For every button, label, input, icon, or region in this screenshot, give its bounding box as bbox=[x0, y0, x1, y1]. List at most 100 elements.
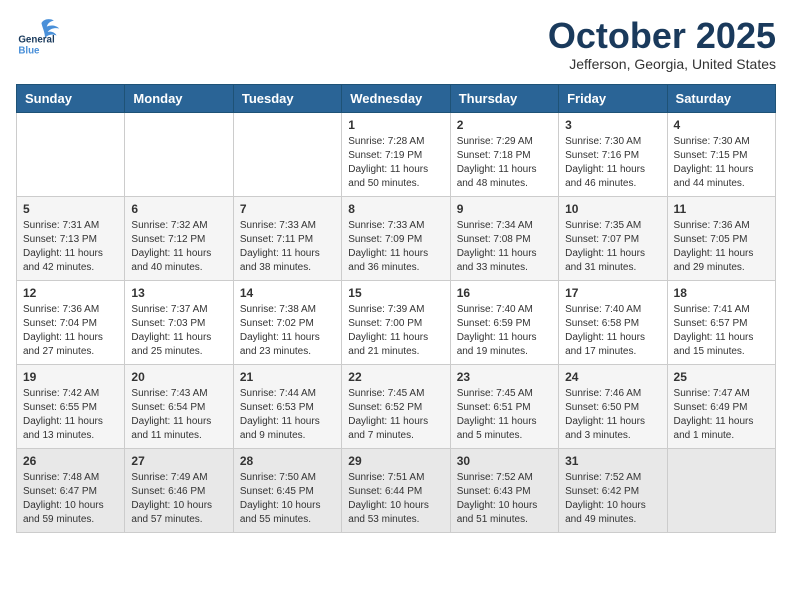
calendar-cell: 4Sunrise: 7:30 AMSunset: 7:15 PMDaylight… bbox=[667, 112, 775, 196]
day-info: Sunrise: 7:48 AMSunset: 6:47 PMDaylight:… bbox=[23, 471, 118, 527]
day-number: 29 bbox=[348, 454, 443, 468]
calendar-week-row: 19Sunrise: 7:42 AMSunset: 6:55 PMDayligh… bbox=[17, 364, 776, 448]
day-info: Sunrise: 7:40 AMSunset: 6:58 PMDaylight:… bbox=[565, 303, 660, 359]
day-number: 31 bbox=[565, 454, 660, 468]
day-number: 30 bbox=[457, 454, 552, 468]
calendar-cell: 13 Sunrise: 7:37 AMSunset: 7:03 PMDayligh… bbox=[125, 280, 233, 364]
day-number: 18 bbox=[674, 286, 769, 300]
calendar-cell: 24 Sunrise: 7:46 AMSunset: 6:50 PMDayligh… bbox=[559, 364, 667, 448]
day-number: 16 bbox=[457, 286, 552, 300]
day-number: 11 bbox=[674, 202, 769, 216]
calendar-cell: 17 Sunrise: 7:40 AMSunset: 6:58 PMDayligh… bbox=[559, 280, 667, 364]
calendar-week-row: 1 Sunrise: 7:28 AMSunset: 7:19 PMDaylight… bbox=[17, 112, 776, 196]
calendar-cell: 8 Sunrise: 7:33 AMSunset: 7:09 PMDaylight… bbox=[342, 196, 450, 280]
day-number: 21 bbox=[240, 370, 335, 384]
calendar-cell: 7 Sunrise: 7:33 AMSunset: 7:11 PMDaylight… bbox=[233, 196, 341, 280]
day-number: 7 bbox=[240, 202, 335, 216]
column-header-saturday: Saturday bbox=[667, 84, 775, 112]
day-info: Sunrise: 7:46 AMSunset: 6:50 PMDaylight:… bbox=[565, 387, 660, 443]
day-number: 6 bbox=[131, 202, 226, 216]
day-info: Sunrise: 7:28 AMSunset: 7:19 PMDaylight:… bbox=[348, 135, 443, 191]
svg-text:General: General bbox=[18, 35, 55, 46]
day-number: 27 bbox=[131, 454, 226, 468]
calendar-cell: 29 Sunrise: 7:51 AMSunset: 6:44 PMDayligh… bbox=[342, 448, 450, 532]
calendar-header-row: SundayMondayTuesdayWednesdayThursdayFrid… bbox=[17, 84, 776, 112]
day-info: Sunrise: 7:39 AMSunset: 7:00 PMDaylight:… bbox=[348, 303, 443, 359]
day-info: Sunrise: 7:41 AMSunset: 6:57 PMDaylight:… bbox=[674, 303, 769, 359]
day-number: 19 bbox=[23, 370, 118, 384]
day-info: Sunrise: 7:47 AMSunset: 6:49 PMDaylight:… bbox=[674, 387, 769, 443]
month-title: October 2025 bbox=[548, 16, 776, 56]
day-number: 13 bbox=[131, 286, 226, 300]
calendar-cell: 20Sunrise: 7:43 AMSunset: 6:54 PMDayligh… bbox=[125, 364, 233, 448]
day-info: Sunrise: 7:45 AMSunset: 6:52 PMDaylight:… bbox=[348, 387, 443, 443]
column-header-friday: Friday bbox=[559, 84, 667, 112]
calendar-cell: 2Sunrise: 7:29 AMSunset: 7:18 PMDaylight… bbox=[450, 112, 558, 196]
calendar-cell: 18 Sunrise: 7:41 AMSunset: 6:57 PMDayligh… bbox=[667, 280, 775, 364]
calendar-cell: 26 Sunrise: 7:48 AMSunset: 6:47 PMDayligh… bbox=[17, 448, 125, 532]
calendar-cell: 28 Sunrise: 7:50 AMSunset: 6:45 PMDayligh… bbox=[233, 448, 341, 532]
day-number: 12 bbox=[23, 286, 118, 300]
day-info: Sunrise: 7:44 AMSunset: 6:53 PMDaylight:… bbox=[240, 387, 335, 443]
calendar-cell: 25 Sunrise: 7:47 AMSunset: 6:49 PMDayligh… bbox=[667, 364, 775, 448]
calendar-cell: 15 Sunrise: 7:39 AMSunset: 7:00 PMDayligh… bbox=[342, 280, 450, 364]
calendar-cell: 23 Sunrise: 7:45 AMSunset: 6:51 PMDayligh… bbox=[450, 364, 558, 448]
day-info: Sunrise: 7:36 AMSunset: 7:04 PMDaylight:… bbox=[23, 303, 118, 359]
calendar-cell: 21 Sunrise: 7:44 AMSunset: 6:53 PMDayligh… bbox=[233, 364, 341, 448]
calendar-cell: 9Sunrise: 7:34 AMSunset: 7:08 PMDaylight… bbox=[450, 196, 558, 280]
calendar-cell: 30 Sunrise: 7:52 AMSunset: 6:43 PMDayligh… bbox=[450, 448, 558, 532]
day-info: Sunrise: 7:52 AMSunset: 6:42 PMDaylight:… bbox=[565, 471, 660, 527]
day-info: Sunrise: 7:51 AMSunset: 6:44 PMDaylight:… bbox=[348, 471, 443, 527]
day-info: Sunrise: 7:30 AMSunset: 7:16 PMDaylight:… bbox=[565, 135, 660, 191]
column-header-monday: Monday bbox=[125, 84, 233, 112]
calendar-cell: 16 Sunrise: 7:40 AMSunset: 6:59 PMDayligh… bbox=[450, 280, 558, 364]
day-info: Sunrise: 7:52 AMSunset: 6:43 PMDaylight:… bbox=[457, 471, 552, 527]
calendar-cell bbox=[233, 112, 341, 196]
day-info: Sunrise: 7:31 AMSunset: 7:13 PMDaylight:… bbox=[23, 219, 118, 275]
day-info: Sunrise: 7:40 AMSunset: 6:59 PMDaylight:… bbox=[457, 303, 552, 359]
day-number: 5 bbox=[23, 202, 118, 216]
day-info: Sunrise: 7:38 AMSunset: 7:02 PMDaylight:… bbox=[240, 303, 335, 359]
calendar-cell bbox=[125, 112, 233, 196]
day-number: 15 bbox=[348, 286, 443, 300]
calendar-cell: 14 Sunrise: 7:38 AMSunset: 7:02 PMDayligh… bbox=[233, 280, 341, 364]
title-section: October 2025 Jefferson, Georgia, United … bbox=[548, 16, 776, 72]
day-info: Sunrise: 7:36 AMSunset: 7:05 PMDaylight:… bbox=[674, 219, 769, 275]
day-number: 23 bbox=[457, 370, 552, 384]
day-info: Sunrise: 7:43 AMSunset: 6:54 PMDaylight:… bbox=[131, 387, 226, 443]
day-number: 26 bbox=[23, 454, 118, 468]
calendar-cell: 31 Sunrise: 7:52 AMSunset: 6:42 PMDayligh… bbox=[559, 448, 667, 532]
calendar-week-row: 12 Sunrise: 7:36 AMSunset: 7:04 PMDayligh… bbox=[17, 280, 776, 364]
day-number: 3 bbox=[565, 118, 660, 132]
day-number: 2 bbox=[457, 118, 552, 132]
day-number: 8 bbox=[348, 202, 443, 216]
day-info: Sunrise: 7:45 AMSunset: 6:51 PMDaylight:… bbox=[457, 387, 552, 443]
calendar-cell: 1 Sunrise: 7:28 AMSunset: 7:19 PMDaylight… bbox=[342, 112, 450, 196]
day-info: Sunrise: 7:33 AMSunset: 7:11 PMDaylight:… bbox=[240, 219, 335, 275]
day-number: 24 bbox=[565, 370, 660, 384]
calendar-week-row: 26 Sunrise: 7:48 AMSunset: 6:47 PMDayligh… bbox=[17, 448, 776, 532]
day-number: 25 bbox=[674, 370, 769, 384]
day-number: 14 bbox=[240, 286, 335, 300]
page-header: General Blue October 2025 Jefferson, Geo… bbox=[16, 16, 776, 72]
day-number: 28 bbox=[240, 454, 335, 468]
calendar-cell: 19Sunrise: 7:42 AMSunset: 6:55 PMDayligh… bbox=[17, 364, 125, 448]
day-info: Sunrise: 7:37 AMSunset: 7:03 PMDaylight:… bbox=[131, 303, 226, 359]
column-header-tuesday: Tuesday bbox=[233, 84, 341, 112]
calendar-cell: 27Sunrise: 7:49 AMSunset: 6:46 PMDayligh… bbox=[125, 448, 233, 532]
day-info: Sunrise: 7:33 AMSunset: 7:09 PMDaylight:… bbox=[348, 219, 443, 275]
day-info: Sunrise: 7:30 AMSunset: 7:15 PMDaylight:… bbox=[674, 135, 769, 191]
day-info: Sunrise: 7:34 AMSunset: 7:08 PMDaylight:… bbox=[457, 219, 552, 275]
day-number: 1 bbox=[348, 118, 443, 132]
day-number: 10 bbox=[565, 202, 660, 216]
day-number: 17 bbox=[565, 286, 660, 300]
day-info: Sunrise: 7:50 AMSunset: 6:45 PMDaylight:… bbox=[240, 471, 335, 527]
column-header-sunday: Sunday bbox=[17, 84, 125, 112]
calendar-cell: 22Sunrise: 7:45 AMSunset: 6:52 PMDayligh… bbox=[342, 364, 450, 448]
svg-text:Blue: Blue bbox=[18, 45, 40, 56]
calendar-table: SundayMondayTuesdayWednesdayThursdayFrid… bbox=[16, 84, 776, 533]
calendar-cell: 12 Sunrise: 7:36 AMSunset: 7:04 PMDayligh… bbox=[17, 280, 125, 364]
day-info: Sunrise: 7:35 AMSunset: 7:07 PMDaylight:… bbox=[565, 219, 660, 275]
calendar-cell bbox=[17, 112, 125, 196]
location: Jefferson, Georgia, United States bbox=[548, 56, 776, 72]
